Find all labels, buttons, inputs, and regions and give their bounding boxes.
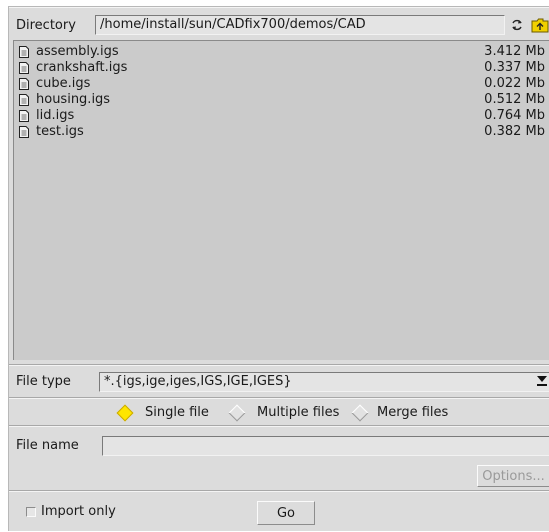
file-size: 0.512 Mb — [484, 92, 545, 107]
file-size: 0.022 Mb — [484, 76, 545, 91]
file-list-item[interactable]: assembly.igs 3.412 Mb — [14, 44, 549, 60]
file-type-label: File type — [16, 374, 71, 389]
file-list-item[interactable]: test.igs 0.382 Mb — [14, 124, 549, 140]
file-size: 3.412 Mb — [484, 44, 545, 59]
directory-section: Directory /home/install/sun/CADfix700/de… — [9, 7, 549, 365]
folder-up-icon — [531, 18, 549, 32]
file-icon — [19, 46, 29, 58]
import-file-dialog: Directory /home/install/sun/CADfix700/de… — [8, 6, 549, 531]
file-type-dropdown[interactable]: *.{igs,ige,iges,IGS,IGE,IGES} — [99, 372, 549, 392]
file-size: 0.382 Mb — [484, 124, 545, 139]
file-name: lid.igs — [36, 108, 75, 123]
go-button-label: Go — [276, 505, 296, 521]
file-icon — [19, 126, 29, 138]
file-name: assembly.igs — [36, 44, 119, 59]
radio-multiple-files-label: Multiple files — [257, 405, 340, 420]
action-section: Import only Go — [9, 491, 549, 532]
directory-label: Directory — [16, 18, 76, 33]
file-icon — [19, 78, 29, 90]
file-icon — [19, 62, 29, 74]
file-name: housing.igs — [36, 92, 111, 107]
file-list[interactable]: assembly.igs 3.412 Mb crankshaft.igs 0.337 … — [13, 40, 549, 360]
radio-merge-files[interactable]: Merge files — [351, 404, 462, 422]
file-type-value: *.{igs,ige,iges,IGS,IGE,IGES} — [104, 374, 292, 389]
directory-path-field[interactable]: /home/install/sun/CADfix700/demos/CAD — [95, 15, 505, 35]
radio-selected-icon — [116, 404, 134, 422]
file-name-label: File name — [16, 438, 79, 453]
file-list-item[interactable]: lid.igs 0.764 Mb — [14, 108, 549, 124]
checkbox-icon — [26, 507, 36, 517]
go-button[interactable]: Go — [257, 501, 315, 525]
file-list-item[interactable]: crankshaft.igs 0.337 Mb — [14, 60, 549, 76]
radio-merge-files-label: Merge files — [377, 405, 449, 420]
file-name-input[interactable] — [102, 436, 549, 456]
file-name: cube.igs — [36, 76, 91, 91]
file-name: test.igs — [36, 124, 84, 139]
import-only-checkbox[interactable]: Import only — [24, 503, 134, 521]
refresh-button[interactable] — [507, 16, 527, 34]
file-list-item[interactable]: housing.igs 0.512 Mb — [14, 92, 549, 108]
radio-single-file[interactable]: Single file — [116, 404, 227, 422]
radio-unselected-icon — [228, 404, 246, 422]
file-size: 0.337 Mb — [484, 60, 545, 75]
radio-multiple-files[interactable]: Multiple files — [228, 404, 349, 422]
file-list-item[interactable]: cube.igs 0.022 Mb — [14, 76, 549, 92]
import-only-label: Import only — [41, 504, 116, 519]
radio-single-file-label: Single file — [145, 405, 209, 420]
file-name-section: File name Options... — [9, 426, 549, 491]
directory-path-text: /home/install/sun/CADfix700/demos/CAD — [100, 17, 366, 32]
refresh-icon — [512, 19, 522, 31]
parent-folder-button[interactable] — [530, 16, 549, 34]
file-name: crankshaft.igs — [36, 60, 128, 75]
options-button[interactable]: Options... — [477, 465, 549, 487]
file-size: 0.764 Mb — [484, 108, 545, 123]
file-type-section: File type *.{igs,ige,iges,IGS,IGE,IGES} — [9, 365, 549, 398]
mode-section: Single file Multiple files Merge files — [9, 398, 549, 426]
options-button-label: Options... — [482, 468, 545, 484]
file-icon — [19, 94, 29, 106]
radio-unselected-icon — [351, 404, 369, 422]
file-icon — [19, 110, 29, 122]
